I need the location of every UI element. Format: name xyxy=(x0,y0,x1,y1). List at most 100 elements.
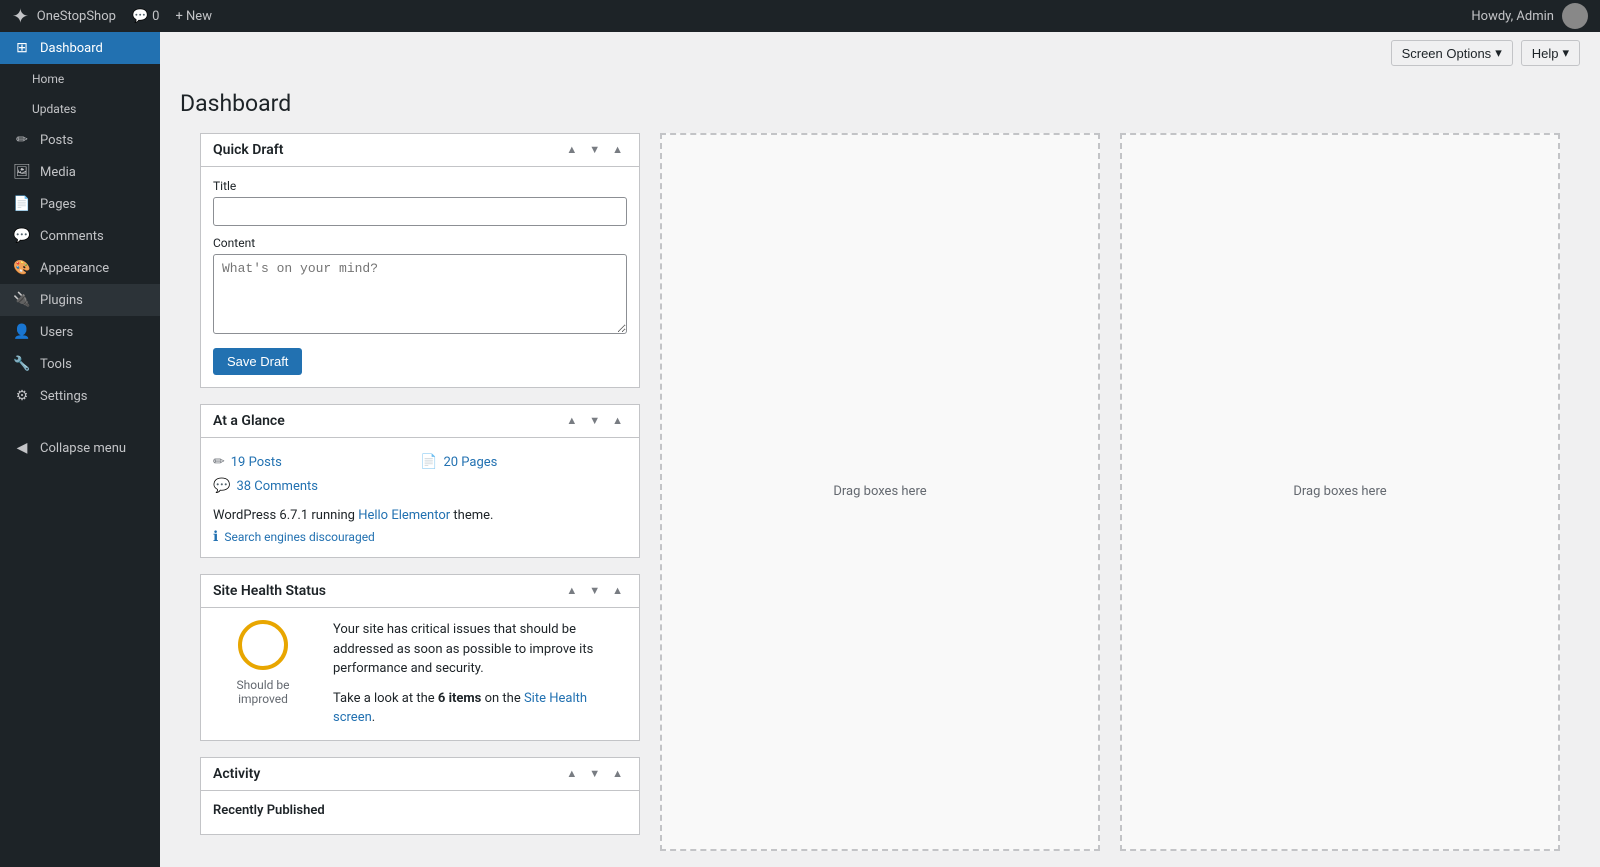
activity-close-button[interactable]: ▲ xyxy=(608,766,627,782)
site-health-header[interactable]: Site Health Status ▲ ▼ ▲ xyxy=(201,575,639,608)
dashboard-label: Dashboard xyxy=(40,41,103,56)
tools-icon: 🔧 xyxy=(12,356,32,372)
glance-collapse-up-button[interactable]: ▲ xyxy=(562,413,581,429)
wp-logo-icon: ✦ xyxy=(12,4,29,28)
admin-sidebar: ⊞ Dashboard Home Updates ✏ Posts xyxy=(0,32,160,867)
glance-collapse-down-button[interactable]: ▼ xyxy=(585,413,604,429)
plugins-icon: 🔌 xyxy=(12,292,32,308)
search-engines-notice: ℹ Search engines discouraged xyxy=(213,529,627,545)
health-items-text: Take a look at the 6 items on the Site H… xyxy=(333,689,627,728)
recently-published-label: Recently Published xyxy=(213,803,627,818)
sidebar-item-media[interactable]: 🖼 Media xyxy=(0,156,160,188)
drag-area-1-text: Drag boxes here xyxy=(833,484,926,499)
home-label: Home xyxy=(32,72,64,86)
comment-stat-icon: 💬 xyxy=(213,478,230,494)
updates-label: Updates xyxy=(32,102,76,116)
help-chevron-icon: ▾ xyxy=(1562,45,1569,61)
sidebar-item-pages[interactable]: 📄 Pages xyxy=(0,188,160,220)
glance-metabox-controls: ▲ ▼ ▲ xyxy=(562,413,627,429)
sidebar-item-dashboard[interactable]: ⊞ Dashboard xyxy=(0,32,160,64)
screen-options-chevron-icon: ▾ xyxy=(1495,45,1502,61)
sidebar-menu: ⊞ Dashboard Home Updates ✏ Posts xyxy=(0,32,160,464)
activity-metabox-controls: ▲ ▼ ▲ xyxy=(562,766,627,782)
health-collapse-down-button[interactable]: ▼ xyxy=(585,583,604,599)
comments-adminbar-item[interactable]: 💬 0 xyxy=(132,9,160,24)
health-circle xyxy=(238,620,288,670)
quick-draft-header[interactable]: Quick Draft ▲ ▼ ▲ xyxy=(201,134,639,167)
top-bar: Screen Options ▾ Help ▾ xyxy=(160,32,1600,74)
save-draft-button[interactable]: Save Draft xyxy=(213,348,302,375)
dashboard-content: Quick Draft ▲ ▼ ▲ Title Content xyxy=(180,133,1580,851)
info-icon: ℹ xyxy=(213,529,218,545)
post-stat-icon: ✏ xyxy=(213,454,225,470)
activity-collapse-down-button[interactable]: ▼ xyxy=(585,766,604,782)
activity-collapse-up-button[interactable]: ▲ xyxy=(562,766,581,782)
site-health-title: Site Health Status xyxy=(213,583,562,599)
plugins-label: Plugins xyxy=(40,293,83,308)
sidebar-item-appearance[interactable]: 🎨 Appearance xyxy=(0,252,160,284)
collapse-up-button[interactable]: ▲ xyxy=(562,142,581,158)
sidebar-item-comments[interactable]: 💬 Comments xyxy=(0,220,160,252)
user-info[interactable]: Howdy, Admin xyxy=(1471,3,1588,29)
drag-area-2: Drag boxes here xyxy=(1120,133,1560,851)
left-column: Quick Draft ▲ ▼ ▲ Title Content xyxy=(200,133,640,851)
glance-close-button[interactable]: ▲ xyxy=(608,413,627,429)
health-description: Your site has critical issues that shoul… xyxy=(333,620,627,728)
main-content: Screen Options ▾ Help ▾ Dashboard Quick … xyxy=(160,32,1600,867)
collapse-down-button[interactable]: ▼ xyxy=(585,142,604,158)
new-content-item[interactable]: + New xyxy=(175,9,212,24)
health-close-button[interactable]: ▲ xyxy=(608,583,627,599)
users-icon: 👤 xyxy=(12,324,32,340)
pages-count-link[interactable]: 20 Pages xyxy=(443,455,497,470)
title-label: Title xyxy=(213,179,627,193)
site-name[interactable]: OneStopShop xyxy=(37,9,116,24)
sidebar-item-plugins[interactable]: 🔌 Plugins xyxy=(0,284,160,316)
draft-content-textarea[interactable] xyxy=(213,254,627,334)
settings-icon: ⚙ xyxy=(12,388,32,404)
at-a-glance-header[interactable]: At a Glance ▲ ▼ ▲ xyxy=(201,405,639,438)
sidebar-item-posts[interactable]: ✏ Posts xyxy=(0,124,160,156)
search-engines-link[interactable]: Search engines discouraged xyxy=(224,530,375,544)
posts-label: Posts xyxy=(40,133,73,148)
media-label: Media xyxy=(40,165,76,180)
collapse-label: Collapse menu xyxy=(40,441,126,456)
sidebar-item-home-sub: Home xyxy=(0,64,160,94)
quick-draft-body: Title Content Save Draft xyxy=(201,167,639,387)
users-label: Users xyxy=(40,325,73,340)
health-metabox-controls: ▲ ▼ ▲ xyxy=(562,583,627,599)
at-a-glance-metabox: At a Glance ▲ ▼ ▲ ✏ 19 Posts xyxy=(200,404,640,558)
comment-icon: 💬 xyxy=(132,9,148,24)
health-items-count: 6 items xyxy=(438,691,482,706)
at-a-glance-body: ✏ 19 Posts 📄 20 Pages 💬 38 Comments xyxy=(201,438,639,557)
drag-area-1: Drag boxes here xyxy=(660,133,1100,851)
activity-metabox: Activity ▲ ▼ ▲ Recently Published xyxy=(200,757,640,835)
comments-count: 0 xyxy=(152,9,159,24)
sidebar-item-updates-sub: Updates xyxy=(0,94,160,124)
screen-options-label: Screen Options xyxy=(1402,46,1492,61)
comments-icon: 💬 xyxy=(12,228,32,244)
sidebar-item-tools[interactable]: 🔧 Tools xyxy=(0,348,160,380)
activity-header[interactable]: Activity ▲ ▼ ▲ xyxy=(201,758,639,791)
help-label: Help xyxy=(1532,46,1559,61)
site-health-metabox: Site Health Status ▲ ▼ ▲ Sh xyxy=(200,574,640,741)
draft-title-input[interactable] xyxy=(213,197,627,226)
help-button[interactable]: Help ▾ xyxy=(1521,40,1580,66)
screen-options-button[interactable]: Screen Options ▾ xyxy=(1391,40,1513,66)
posts-stat: ✏ 19 Posts xyxy=(213,450,420,474)
at-a-glance-title: At a Glance xyxy=(213,413,562,429)
health-collapse-up-button[interactable]: ▲ xyxy=(562,583,581,599)
close-metabox-button[interactable]: ▲ xyxy=(608,142,627,158)
settings-label: Settings xyxy=(40,389,87,404)
page-stat-icon: 📄 xyxy=(420,454,437,470)
right-column: Drag boxes here Drag boxes here xyxy=(660,133,1560,851)
sidebar-item-collapse[interactable]: ◀ Collapse menu xyxy=(0,432,160,464)
sidebar-item-users[interactable]: 👤 Users xyxy=(0,316,160,348)
sidebar-item-settings[interactable]: ⚙ Settings xyxy=(0,380,160,412)
page-title: Dashboard xyxy=(180,90,1580,117)
comments-count-link[interactable]: 38 Comments xyxy=(236,479,318,494)
posts-count-link[interactable]: 19 Posts xyxy=(231,455,282,470)
glance-stats: ✏ 19 Posts 📄 20 Pages 💬 38 Comments xyxy=(213,450,627,498)
theme-link[interactable]: Hello Elementor xyxy=(358,508,450,523)
pages-stat: 📄 20 Pages xyxy=(420,450,627,474)
wp-wrap: ⊞ Dashboard Home Updates ✏ Posts xyxy=(0,0,1600,867)
